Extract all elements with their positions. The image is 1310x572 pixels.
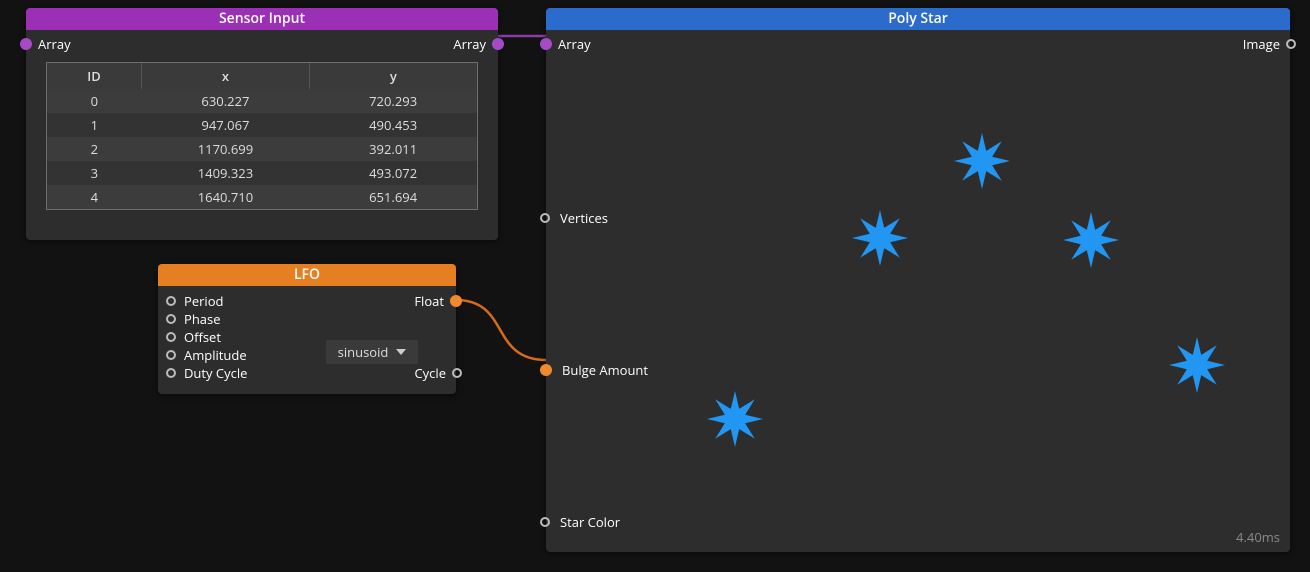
table-cell: 2 [47, 137, 142, 161]
port-duty-cycle-in[interactable] [166, 368, 176, 378]
poly-star-preview [666, 70, 1270, 512]
table-cell: 947.067 [142, 113, 310, 137]
port-image-out[interactable] [1286, 39, 1296, 49]
table-cell: 493.072 [309, 161, 477, 185]
table-cell: 1170.699 [142, 137, 310, 161]
port-array-out[interactable] [492, 38, 504, 50]
table-header-x: x [142, 63, 310, 89]
port-period-in[interactable] [166, 296, 176, 306]
port-label: Float [414, 292, 450, 310]
port-amplitude-in[interactable] [166, 350, 176, 360]
table-row: 31409.323493.072 [47, 161, 477, 185]
node-lfo[interactable]: LFO PeriodPhaseOffsetAmplitudeDuty Cycle… [158, 264, 456, 394]
port-offset-in[interactable] [166, 332, 176, 342]
star-icon [952, 131, 1012, 191]
port-array-in[interactable] [540, 38, 552, 50]
port-array-in[interactable] [20, 38, 32, 50]
port-label: Star Color [550, 513, 620, 531]
table-cell: 1409.323 [142, 161, 310, 185]
star-icon [1061, 210, 1121, 270]
port-color-in[interactable] [540, 517, 550, 527]
port-float-out[interactable] [450, 295, 462, 307]
table-row: 0630.227720.293 [47, 89, 477, 113]
table-row: 21170.699392.011 [47, 137, 477, 161]
port-label: Period [176, 292, 224, 310]
port-bulge-in[interactable] [540, 364, 552, 376]
port-label: Phase [176, 310, 221, 328]
port-label: Duty Cycle [176, 364, 247, 382]
node-title: Poly Star [546, 8, 1290, 30]
sensor-data-table: ID x y 0630.227720.2931947.067490.453211… [46, 62, 478, 210]
node-title: Sensor Input [26, 8, 498, 30]
table-cell: 490.453 [309, 113, 477, 137]
waveform-selected-value: sinusoid [338, 343, 389, 361]
star-icon [705, 389, 765, 449]
port-label: Array [447, 35, 492, 53]
table-cell: 720.293 [309, 89, 477, 113]
lfo-input-row: Period [158, 292, 456, 310]
table-cell: 630.227 [142, 89, 310, 113]
port-label: Bulge Amount [552, 361, 648, 379]
table-cell: 392.011 [309, 137, 477, 161]
lfo-input-row: Duty Cycle [158, 364, 456, 382]
port-cycle-out[interactable] [452, 368, 462, 378]
table-cell: 4 [47, 185, 142, 209]
star-icon [1167, 335, 1227, 395]
port-label: Amplitude [176, 346, 247, 364]
table-header-id: ID [47, 63, 142, 89]
port-label: Cycle [414, 364, 452, 382]
table-cell: 0 [47, 89, 142, 113]
node-poly-star[interactable]: Poly Star Array Image Vertices Bulge Amo… [546, 8, 1290, 552]
port-label: Offset [176, 328, 221, 346]
table-cell: 3 [47, 161, 142, 185]
table-cell: 1640.710 [142, 185, 310, 209]
table-header-y: y [309, 63, 477, 89]
port-label: Array [32, 35, 77, 53]
table-cell: 651.694 [309, 185, 477, 209]
port-vertices-in[interactable] [540, 213, 550, 223]
lfo-input-row: Phase [158, 310, 456, 328]
table-cell: 1 [47, 113, 142, 137]
render-time-label: 4.40ms [1236, 528, 1280, 546]
table-row: 1947.067490.453 [47, 113, 477, 137]
star-icon [850, 208, 910, 268]
waveform-select[interactable]: sinusoid [326, 340, 418, 364]
port-phase-in[interactable] [166, 314, 176, 324]
table-row: 41640.710651.694 [47, 185, 477, 209]
node-title: LFO [158, 264, 456, 286]
port-label: Image [1237, 35, 1286, 53]
node-sensor-input[interactable]: Sensor Input Array Array ID x y [26, 8, 498, 240]
chevron-down-icon [396, 349, 406, 355]
port-label: Array [552, 35, 597, 53]
port-label: Vertices [550, 209, 608, 227]
